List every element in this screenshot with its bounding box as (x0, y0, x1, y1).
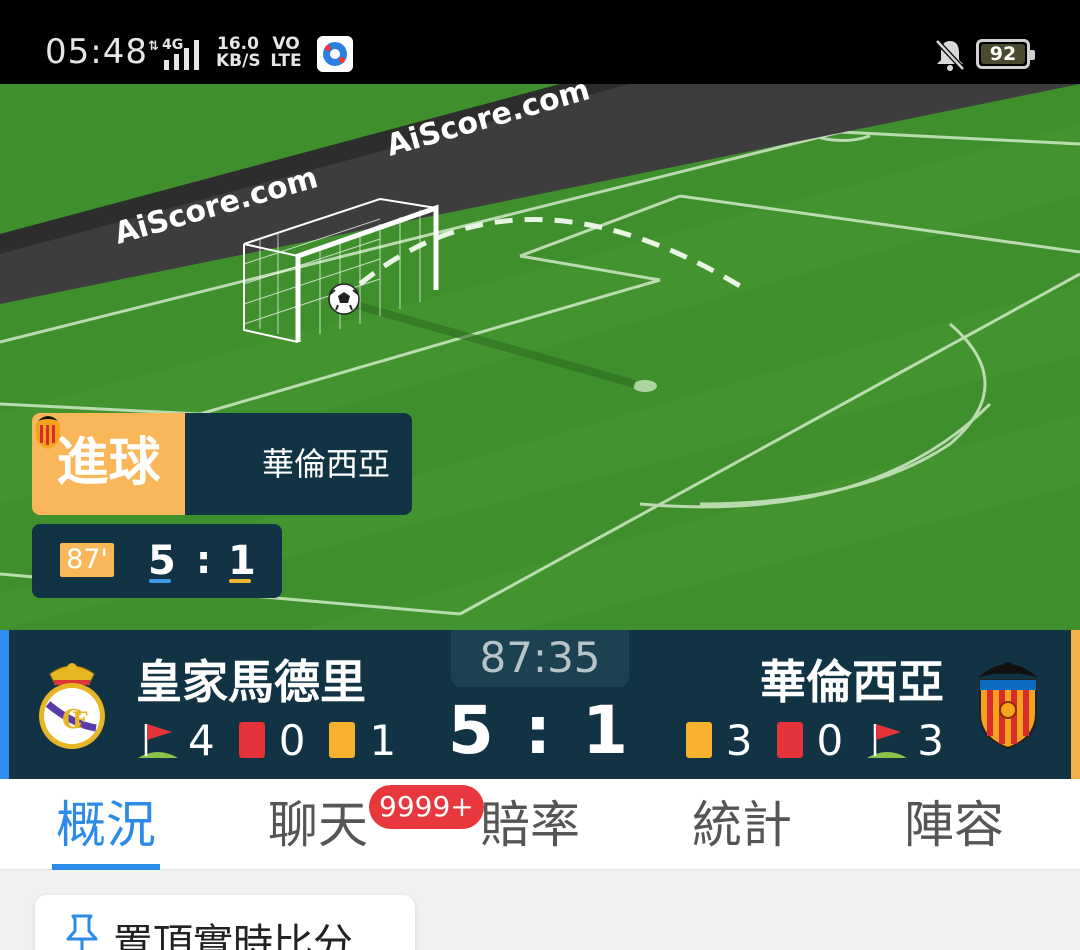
network-speed-unit: KB/S (216, 51, 261, 71)
match-tab-bar: 概況 聊天 賠率 統計 陣容 (0, 779, 1080, 870)
mini-scoreboard: 87' 5 : 1 (32, 524, 282, 598)
tab-stats[interactable]: 統計 (636, 779, 848, 870)
goal-event-card: 進球 華倫西亞 (32, 413, 412, 515)
signal-label: 4G (162, 37, 183, 53)
status-time: 05:48 (45, 32, 148, 72)
mini-home-score: 5 (148, 538, 176, 584)
active-tab-indicator (52, 864, 160, 870)
home-red-cards: 0 (278, 715, 306, 765)
match-score: 5 : 1 (447, 692, 633, 769)
football-icon (328, 283, 360, 315)
red-card-icon (238, 722, 265, 758)
volte-bottom: LTE (270, 51, 302, 71)
pin-live-score-label: 置頂實時比分 (113, 921, 353, 950)
away-corners: 3 (917, 715, 944, 765)
pin-icon (66, 914, 98, 950)
real-madrid-crest-icon[interactable]: C F (36, 656, 108, 752)
battery-icon: 92 (976, 39, 1035, 69)
valencia-crest-icon (36, 416, 60, 449)
app-notification-icon (317, 36, 353, 72)
battery-level: 92 (989, 43, 1017, 65)
away-team-name[interactable]: 華倫西亞 (760, 646, 944, 712)
mini-score-separator: : (196, 538, 212, 582)
yellow-card-icon (329, 722, 356, 758)
away-yellow-cards: 3 (725, 715, 753, 765)
event-minute: 87' (60, 543, 114, 577)
muted-bell-icon (935, 39, 965, 71)
yellow-card-icon (685, 722, 712, 758)
signal-icon: ⇅ 4G (148, 37, 199, 70)
chat-unread-badge: 9999+ (369, 785, 484, 829)
corner-flag-icon (138, 724, 178, 758)
status-bar: 05:48 ⇅ 4G 16.0 KB/S VO LTE 92 (0, 0, 1080, 84)
match-animation-pitch: AiScore.com AiScore.com 進球 華倫西亞 87' 5: … (0, 84, 1080, 630)
valencia-crest-icon[interactable] (972, 658, 1044, 750)
away-red-cards: 0 (816, 715, 844, 765)
goal-event-team: 華倫西亞 (262, 445, 391, 483)
away-team-stats: 3 0 3 (685, 710, 944, 770)
red-card-icon (776, 722, 803, 758)
match-score-header: C F 皇家馬德里 87:35 5 : 1 華倫西亞 4 0 1 3 0 3 (0, 630, 1080, 779)
network-speed: 16.0 KB/S (216, 36, 261, 71)
tab-overview[interactable]: 概況 (0, 779, 212, 870)
volte-indicator: VO LTE (270, 36, 302, 70)
home-team-name[interactable]: 皇家馬德里 (136, 646, 366, 712)
home-color-bar (0, 630, 9, 779)
svg-text:⇅: ⇅ (148, 39, 159, 54)
pin-live-score-button[interactable]: 置頂實時比分 (35, 895, 415, 950)
home-team-stats: 4 0 1 (136, 710, 396, 770)
away-color-bar (1071, 630, 1080, 779)
match-clock: 87:35 (451, 630, 629, 687)
svg-text:F: F (72, 708, 88, 734)
corner-flag-icon (867, 724, 908, 758)
home-yellow-cards: 1 (369, 715, 397, 765)
tab-lineup[interactable]: 陣容 (848, 779, 1060, 870)
away-score-underline (229, 579, 251, 583)
mini-away-score: 1 (228, 538, 256, 584)
home-score-underline (149, 579, 171, 583)
home-corners: 4 (188, 715, 215, 765)
